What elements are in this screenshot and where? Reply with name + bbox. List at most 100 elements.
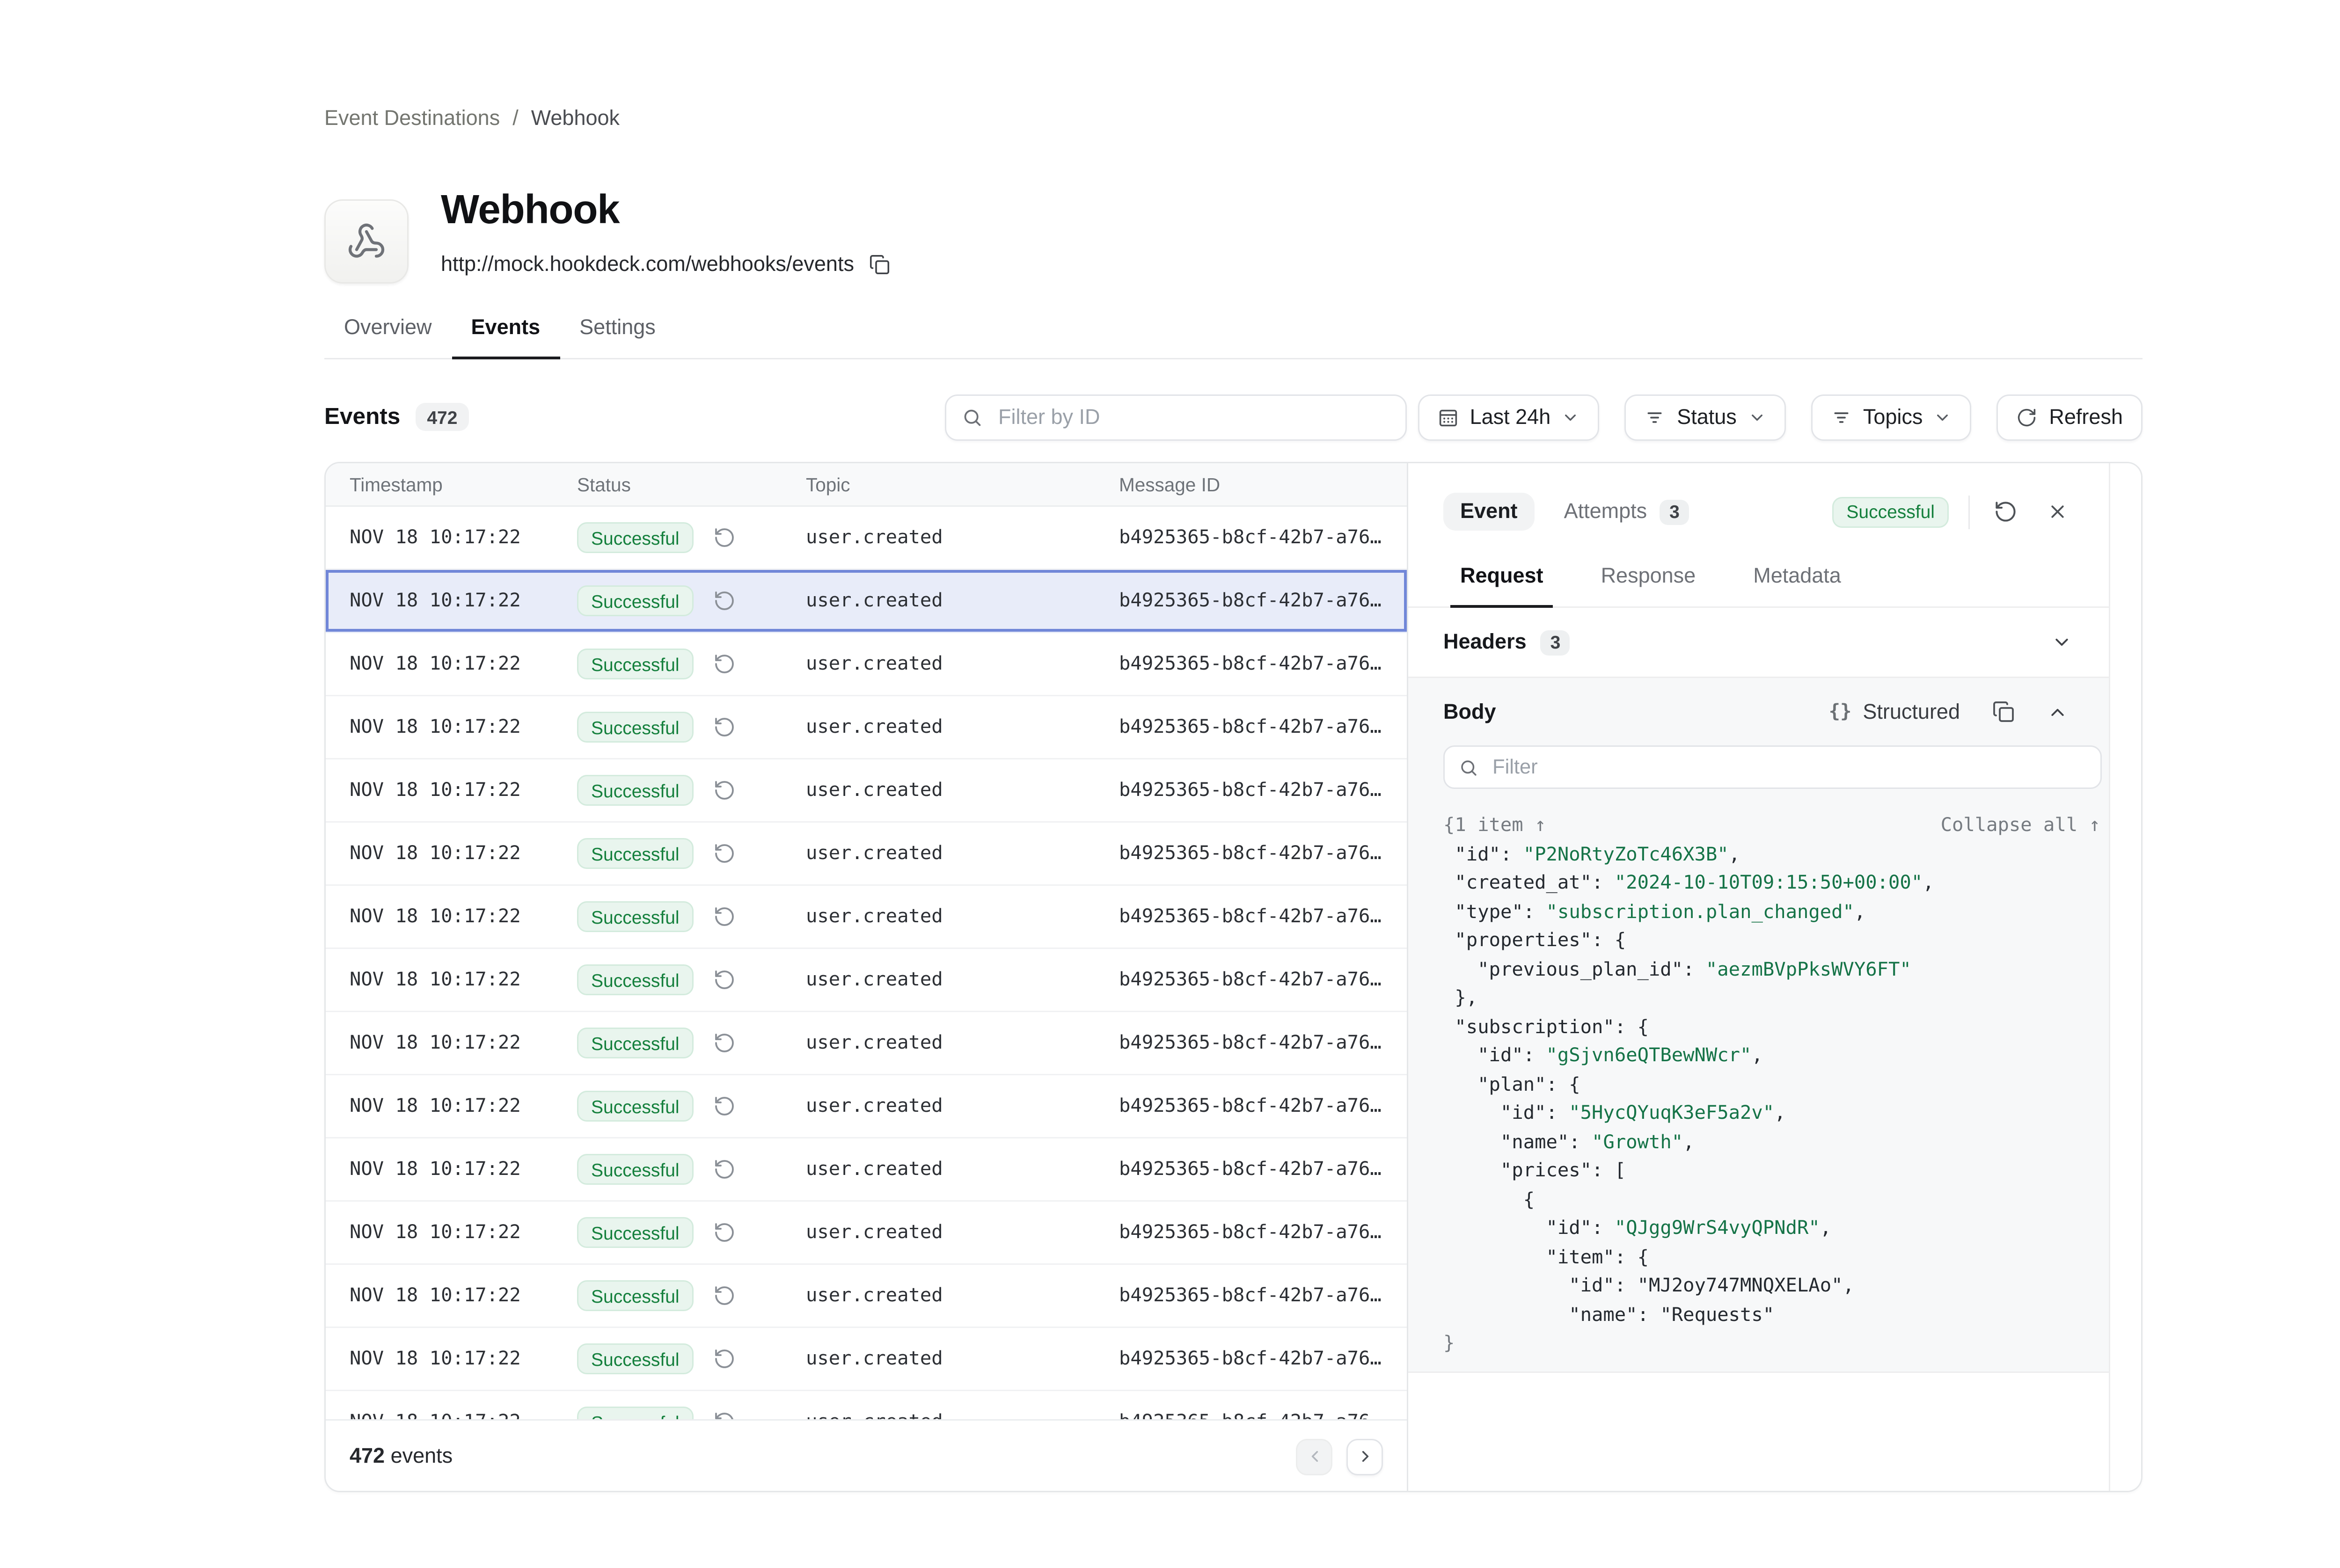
row-timestamp: NOV 18 10:17:22 (350, 1411, 577, 1419)
headers-accordion[interactable]: Headers 3 (1408, 608, 2109, 678)
status-badge: Successful (577, 1407, 694, 1419)
detail-tab-metadata[interactable]: Metadata (1753, 564, 1841, 606)
retry-icon[interactable] (712, 904, 737, 929)
retry-icon[interactable] (712, 1157, 737, 1182)
table-row[interactable]: NOV 18 10:17:22Successfuluser.createdb49… (326, 1202, 1407, 1265)
table-row[interactable]: NOV 18 10:17:22Successfuluser.createdb49… (326, 759, 1407, 823)
filter-by-id-input[interactable] (995, 404, 1390, 431)
collapse-body-button[interactable] (2041, 696, 2072, 727)
refresh-icon (2017, 407, 2038, 428)
table-row[interactable]: NOV 18 10:17:22Successfuluser.createdb49… (326, 823, 1407, 886)
retry-icon[interactable] (712, 715, 737, 740)
retry-event-button[interactable] (1989, 496, 2020, 527)
row-timestamp: NOV 18 10:17:22 (350, 1095, 577, 1117)
next-page-button[interactable] (1346, 1438, 1383, 1475)
collapse-all-button[interactable]: Collapse all ↑ (1941, 815, 2100, 837)
table-row[interactable]: NOV 18 10:17:22Successfuluser.createdb49… (326, 1391, 1407, 1419)
headers-label: Headers (1443, 630, 1527, 654)
detail-header: Event Attempts 3 Successful (1408, 463, 2109, 531)
headers-count-badge: 3 (1541, 630, 1571, 655)
status-filter-button[interactable]: Status (1625, 394, 1786, 441)
table-row[interactable]: NOV 18 10:17:22Successfuluser.createdb49… (326, 696, 1407, 759)
table-row[interactable]: NOV 18 10:17:22Successfuluser.createdb49… (326, 507, 1407, 570)
json-line: "created_at": "2024-10-10T09:15:50+00:00… (1443, 869, 2109, 898)
breadcrumb-current: Webhook (531, 107, 620, 131)
prev-page-button[interactable] (1296, 1438, 1332, 1475)
event-view-tab[interactable]: Event (1443, 493, 1535, 531)
retry-icon (1993, 500, 2017, 524)
destination-url: http://mock.hookdeck.com/webhooks/events (441, 252, 854, 276)
status-badge: Successful (577, 1280, 694, 1311)
json-viewer: "id": "P2NoRtyZoTc46X3B", "created_at": … (1443, 840, 2109, 1358)
retry-icon[interactable] (712, 588, 737, 613)
retry-icon[interactable] (712, 1220, 737, 1245)
row-timestamp: NOV 18 10:17:22 (350, 1032, 577, 1054)
table-row[interactable]: NOV 18 10:17:22Successfuluser.createdb49… (326, 1328, 1407, 1391)
table-row[interactable]: NOV 18 10:17:22Successfuluser.createdb49… (326, 633, 1407, 696)
retry-icon[interactable] (712, 1409, 737, 1419)
calendar-icon (1438, 407, 1459, 428)
row-topic: user.created (806, 1411, 1119, 1419)
json-line: "id": "5HycQYuqK3eF5a2v", (1443, 1099, 2109, 1128)
row-topic: user.created (806, 653, 1119, 675)
tab-settings[interactable]: Settings (560, 307, 675, 358)
copy-body-button[interactable] (1988, 696, 2019, 727)
table-row[interactable]: NOV 18 10:17:22Successfuluser.createdb49… (326, 949, 1407, 1012)
time-range-button[interactable]: Last 24h (1418, 394, 1600, 441)
retry-icon[interactable] (712, 1283, 737, 1308)
table-rows: NOV 18 10:17:22Successfuluser.createdb49… (326, 507, 1407, 1419)
tab-events[interactable]: Events (452, 307, 560, 358)
row-topic: user.created (806, 779, 1119, 802)
retry-icon[interactable] (712, 1094, 737, 1119)
row-timestamp: NOV 18 10:17:22 (350, 905, 577, 928)
copy-url-button[interactable] (867, 251, 892, 277)
breadcrumb-parent[interactable]: Event Destinations (324, 107, 500, 131)
json-line: "name": "Requests" (1443, 1301, 2109, 1330)
row-topic: user.created (806, 905, 1119, 928)
detail-tab-response[interactable]: Response (1601, 564, 1696, 606)
col-message-id: Message ID (1119, 474, 1407, 495)
json-meta-row: {1 item ↑ Collapse all ↑ (1443, 811, 2100, 840)
json-line: "type": "subscription.plan_changed", (1443, 898, 2109, 927)
json-line: "name": "Growth", (1443, 1128, 2109, 1157)
tab-overview[interactable]: Overview (324, 307, 452, 358)
structured-toggle[interactable]: Structured (1863, 700, 1960, 724)
detail-tab-request[interactable]: Request (1460, 564, 1543, 606)
refresh-button[interactable]: Refresh (1997, 394, 2143, 441)
chevron-down-icon[interactable] (2051, 632, 2072, 653)
status-badge: Successful (577, 585, 694, 616)
row-topic: user.created (806, 590, 1119, 612)
retry-icon[interactable] (712, 1346, 737, 1371)
row-topic: user.created (806, 842, 1119, 865)
retry-icon[interactable] (712, 841, 737, 866)
table-row[interactable]: NOV 18 10:17:22Successfuluser.createdb49… (326, 1265, 1407, 1328)
status-badge: Successful (577, 964, 694, 995)
row-timestamp: NOV 18 10:17:22 (350, 716, 577, 738)
webhook-events-page: Event Destinations / Webhook Webhook htt… (0, 0, 2340, 1568)
row-timestamp: NOV 18 10:17:22 (350, 1221, 577, 1244)
row-topic: user.created (806, 1221, 1119, 1244)
table-row[interactable]: NOV 18 10:17:22Successfuluser.createdb49… (326, 1138, 1407, 1202)
chevron-left-icon (1305, 1447, 1324, 1466)
table-row[interactable]: NOV 18 10:17:22Successfuluser.createdb49… (326, 1012, 1407, 1075)
body-filter-input[interactable] (1490, 755, 2086, 780)
retry-icon[interactable] (712, 967, 737, 992)
close-panel-button[interactable] (2041, 496, 2072, 527)
retry-icon[interactable] (712, 525, 737, 550)
attempts-view-tab[interactable]: Attempts 3 (1564, 499, 1689, 525)
retry-icon[interactable] (712, 1030, 737, 1056)
refresh-label: Refresh (2049, 406, 2123, 430)
topics-filter-button[interactable]: Topics (1811, 394, 1972, 441)
detail-tabs: Request Response Metadata (1408, 531, 2109, 608)
table-row[interactable]: NOV 18 10:17:22Successfuluser.createdb49… (326, 886, 1407, 949)
status-badge: Successful (577, 1091, 694, 1122)
row-message-id: b4925365-b8cf-42b7-a76… (1119, 1221, 1407, 1244)
json-line: "id": "gSjvn6eQTBewNWcr", (1443, 1042, 2109, 1071)
row-topic: user.created (806, 1158, 1119, 1181)
retry-icon[interactable] (712, 651, 737, 677)
table-row[interactable]: NOV 18 10:17:22Successfuluser.createdb49… (326, 1075, 1407, 1138)
json-line: "id": "P2NoRtyZoTc46X3B", (1443, 840, 2109, 869)
retry-icon[interactable] (712, 778, 737, 803)
table-row[interactable]: NOV 18 10:17:22Successfuluser.createdb49… (326, 570, 1407, 633)
json-line: "previous_plan_id": "aezmBVpPksWVY6FT" (1443, 955, 2109, 985)
